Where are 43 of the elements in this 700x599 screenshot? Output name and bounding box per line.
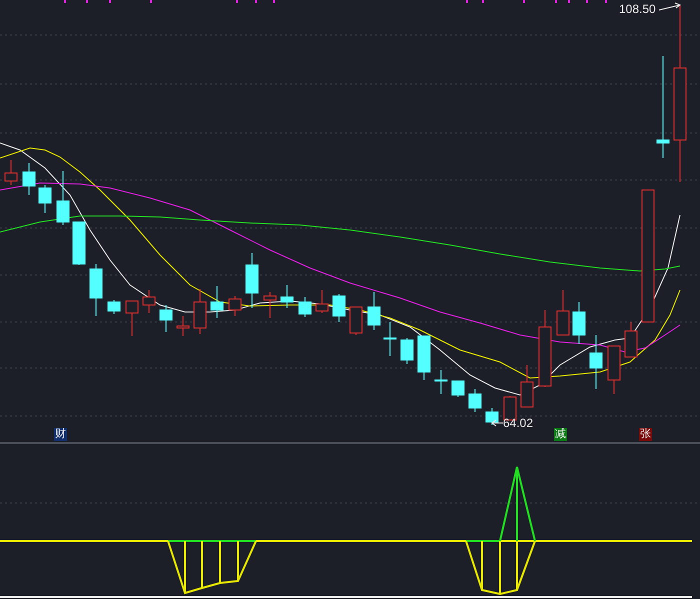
candlestick — [194, 288, 206, 334]
candlestick — [72, 222, 86, 266]
price-label: 108.50 — [619, 1, 656, 17]
candlestick — [264, 292, 276, 318]
candlestick — [246, 252, 258, 308]
candlestick — [298, 296, 312, 318]
candlestick — [38, 184, 52, 214]
candlestick — [452, 380, 464, 398]
candlestick — [126, 300, 138, 336]
candlestick — [624, 322, 638, 358]
candlestick — [108, 300, 120, 314]
event-marker: 财 — [54, 428, 67, 441]
candlestick — [56, 170, 70, 226]
arrow-icon — [658, 2, 682, 10]
candlestick — [504, 396, 516, 420]
candlestick — [210, 286, 224, 318]
candlestick — [350, 306, 362, 336]
candlestick — [228, 296, 242, 316]
event-marker: 张 — [639, 428, 652, 441]
candlestick — [4, 160, 18, 186]
candlestick — [90, 264, 102, 316]
price-label: 64.02 — [503, 415, 534, 431]
candlestick — [418, 336, 430, 380]
candlestick — [400, 338, 414, 364]
candlestick — [572, 302, 586, 344]
candlestick — [468, 388, 482, 412]
candlestick — [520, 364, 534, 408]
arrow-icon — [491, 420, 504, 426]
candlestick — [160, 304, 172, 332]
candlestick — [368, 292, 380, 330]
candlestick — [556, 290, 570, 336]
event-marker: 减 — [554, 428, 567, 441]
candlestick — [486, 408, 498, 426]
candlestick — [608, 346, 620, 394]
candlestick — [316, 290, 328, 314]
candlestick — [590, 334, 602, 390]
candlestick — [384, 322, 396, 356]
candlestick — [142, 290, 156, 314]
candlestick — [434, 370, 448, 394]
candlestick — [22, 162, 36, 196]
candlestick — [280, 284, 294, 308]
candlestick — [332, 294, 346, 322]
candlestick — [176, 316, 190, 336]
